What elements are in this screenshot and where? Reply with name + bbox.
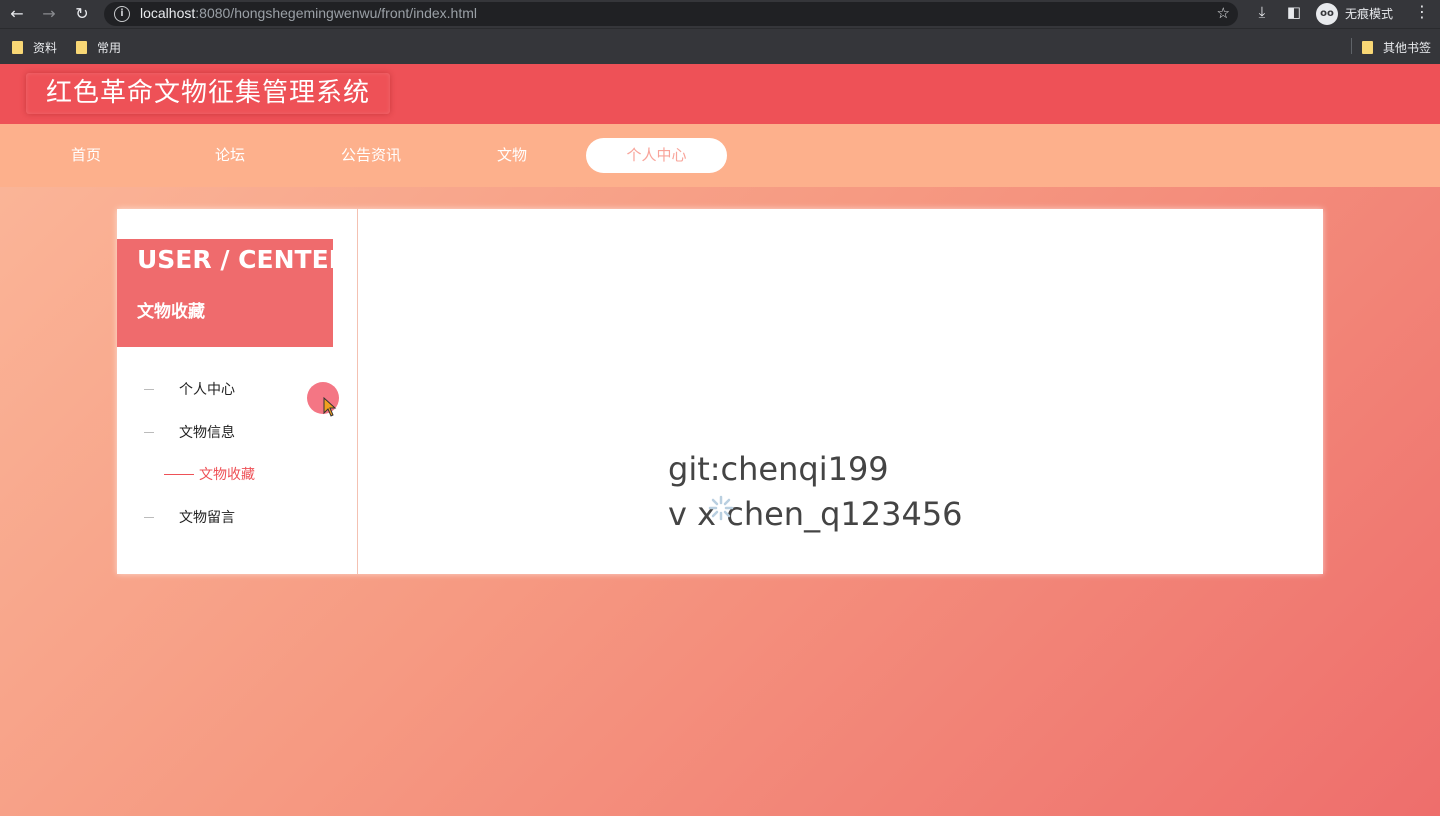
sidepanel-icon[interactable]: ◧ — [1284, 3, 1304, 21]
bookmark-folder[interactable]: 常用 — [76, 38, 121, 56]
loading-spinner-icon — [708, 495, 734, 521]
nav-forum[interactable]: 论坛 — [194, 138, 266, 173]
star-icon[interactable]: ☆ — [1217, 4, 1230, 22]
bookmark-folder[interactable]: 资料 — [12, 38, 57, 56]
main-panel: USER / CENTER 文物收藏 个人中心 文物信息 文物收藏 文物留言 g… — [117, 209, 1323, 574]
sidebar-item-relic-info[interactable]: 文物信息 — [144, 422, 235, 442]
incognito-label[interactable]: 无痕模式 — [1345, 5, 1393, 22]
site-header: 红色革命文物征集管理系统 — [0, 64, 1440, 124]
forward-icon[interactable]: → — [38, 3, 60, 25]
nav-relics[interactable]: 文物 — [476, 138, 548, 173]
watermark-text: git:chenqi199 v x chen_q123456 — [668, 447, 963, 537]
mouse-cursor-icon — [323, 397, 337, 417]
sidebar-item-label: 文物信息 — [179, 425, 235, 441]
nav-user-center[interactable]: 个人中心 — [586, 138, 727, 173]
sidebar-item-relic-messages[interactable]: 文物留言 — [144, 507, 235, 527]
dash-icon — [144, 431, 154, 433]
url-text[interactable]: localhost:8080/hongshegemingwenwu/front/… — [140, 5, 477, 21]
info-icon[interactable]: i — [114, 6, 130, 22]
folder-icon — [12, 40, 23, 54]
download-icon[interactable]: ⤓ — [1252, 3, 1272, 21]
reload-icon[interactable]: ↻ — [71, 3, 93, 25]
url-path: :8080/hongshegemingwenwu/front/index.htm… — [195, 5, 478, 21]
back-icon[interactable]: ← — [6, 3, 28, 25]
address-bar[interactable]: i localhost:8080/hongshegemingwenwu/fron… — [104, 2, 1238, 26]
sidebar-heading-cn: 文物收藏 — [137, 302, 205, 322]
bookmarks-divider — [1351, 38, 1352, 54]
page: 红色革命文物征集管理系统 首页 论坛 公告资讯 文物 个人中心 USER / C… — [0, 64, 1440, 816]
sidebar-item-label: 文物留言 — [179, 510, 235, 526]
nav-announcements[interactable]: 公告资讯 — [330, 138, 412, 173]
browser-toolbar: ← → ↻ i localhost:8080/hongshegemingwenw… — [0, 0, 1440, 28]
watermark-line: git:chenqi199 — [668, 450, 889, 488]
site-title: 红色革命文物征集管理系统 — [26, 73, 391, 114]
content-area: git:chenqi199 v x chen_q123456 — [359, 209, 1323, 574]
dash-icon — [144, 516, 154, 518]
main-nav: 首页 论坛 公告资讯 文物 个人中心 — [0, 124, 1440, 187]
other-bookmarks[interactable]: 其他书签 — [1362, 38, 1431, 56]
sidebar-item-label: 个人中心 — [179, 382, 235, 398]
sidebar-item-label: 文物收藏 — [199, 467, 255, 483]
dash-icon — [164, 473, 194, 475]
menu-icon[interactable]: ⋮ — [1414, 2, 1430, 21]
sidebar-item-relic-collection[interactable]: 文物收藏 — [164, 464, 255, 484]
folder-icon — [76, 40, 87, 54]
dash-icon — [144, 388, 154, 390]
sidebar-header: USER / CENTER 文物收藏 — [117, 239, 348, 347]
bookmark-label: 其他书签 — [1383, 40, 1432, 55]
nav-home[interactable]: 首页 — [50, 138, 122, 173]
folder-icon — [1362, 40, 1373, 54]
url-host: localhost — [140, 5, 196, 21]
sidebar-heading-en: USER / CENTER — [137, 245, 348, 274]
bookmarks-bar: 资料 常用 其他书签 — [0, 28, 1440, 64]
bookmark-label: 资料 — [33, 40, 58, 55]
incognito-icon[interactable]: oo — [1316, 3, 1338, 25]
sidebar-item-user-center[interactable]: 个人中心 — [144, 379, 235, 399]
bookmark-label: 常用 — [97, 40, 122, 55]
